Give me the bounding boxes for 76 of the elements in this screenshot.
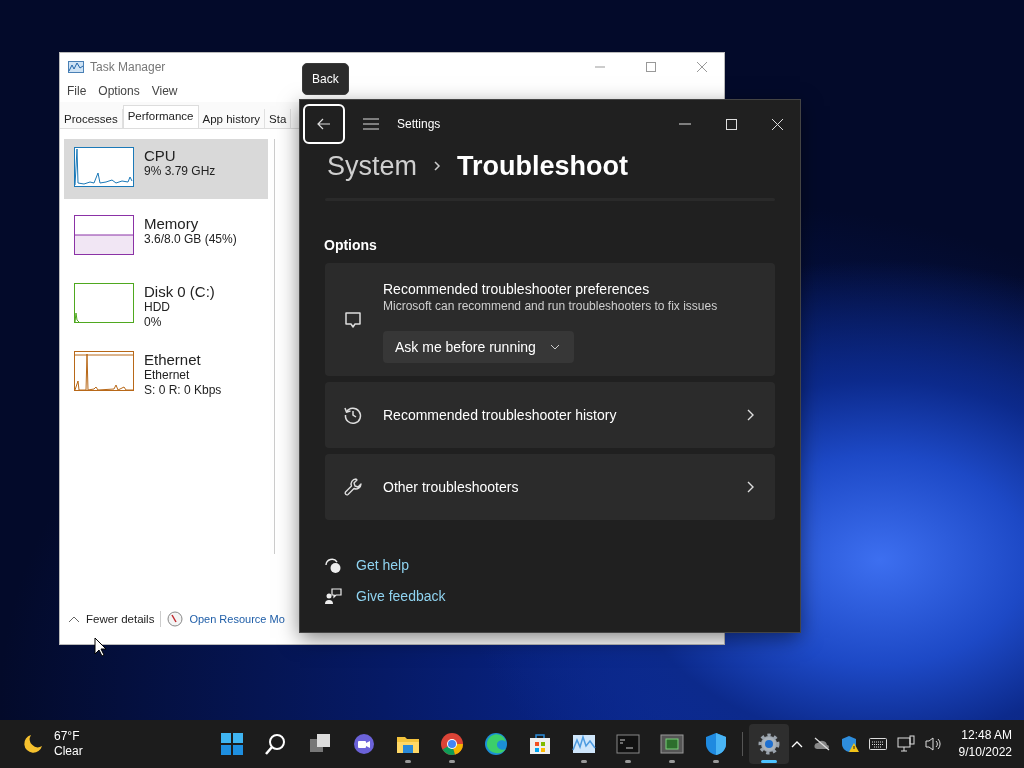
chat-bubble-icon xyxy=(343,309,363,330)
chevron-down-icon xyxy=(549,343,560,350)
chevron-right-icon xyxy=(745,408,755,422)
keyboard-icon[interactable] xyxy=(868,738,887,750)
chevron-right-icon xyxy=(745,480,755,494)
resource-detail: S: 0 R: 0 Kbps xyxy=(144,383,222,398)
resource-item[interactable]: Disk 0 (C:) HDD 0% xyxy=(64,275,268,335)
settings-card[interactable]: Recommended troubleshooter history xyxy=(325,382,775,448)
browser-icon xyxy=(440,732,464,756)
resource-item[interactable]: Ethernet Ethernet S: 0 R: 0 Kbps xyxy=(64,343,268,403)
resource-detail: Ethernet xyxy=(144,368,191,383)
volume-icon[interactable] xyxy=(924,736,943,752)
help-link[interactable]: Get help xyxy=(356,557,409,573)
back-button[interactable] xyxy=(303,104,345,144)
page-title: Troubleshoot xyxy=(457,150,629,182)
resource-detail: HDD xyxy=(144,300,171,315)
weather-condition: Clear xyxy=(54,744,83,759)
breadcrumb-chevron-icon xyxy=(433,160,442,172)
resource-name: Disk 0 (C:) xyxy=(144,283,215,300)
clock-date[interactable]: 9/10/2022 xyxy=(958,744,1012,761)
tooltip: Back xyxy=(302,63,349,95)
wrench-icon xyxy=(343,477,363,497)
start-icon xyxy=(220,732,244,756)
resource-item[interactable]: Memory 3.6/8.0 GB (45%) xyxy=(64,207,268,267)
resource-item[interactable]: CPU 9% 3.79 GHz xyxy=(64,139,268,199)
store-icon xyxy=(528,732,552,756)
menu-item[interactable]: Options xyxy=(98,84,140,98)
resource-name: Ethernet xyxy=(144,351,202,368)
settings-card[interactable]: Other troubleshooters xyxy=(325,454,775,520)
network-icon[interactable] xyxy=(896,735,915,753)
tab[interactable]: Sta xyxy=(265,109,292,128)
app-icon xyxy=(68,60,84,73)
resource-name: CPU xyxy=(144,147,177,164)
terminal-icon xyxy=(616,732,640,756)
window-app-icon xyxy=(660,732,684,756)
cloud-off-icon[interactable] xyxy=(812,737,831,751)
clock-time[interactable]: 12:48 AM xyxy=(961,727,1012,744)
fewer-details-button[interactable]: Fewer details xyxy=(86,613,155,625)
usage-graph xyxy=(74,351,134,391)
tab[interactable]: Processes xyxy=(60,109,123,128)
card-title: Recommended troubleshooter preferences xyxy=(383,280,651,297)
dropdown[interactable]: Ask me before running xyxy=(383,330,574,363)
resource-detail: 3.6/8.0 GB (45%) xyxy=(144,232,237,247)
shield-icon xyxy=(704,732,728,756)
card-description: Microsoft can recommend and run troubleshooters to fix issues xyxy=(383,298,718,313)
feedback-icon xyxy=(324,587,342,605)
open-resource-monitor-link[interactable]: Open Resource Mo xyxy=(189,613,285,625)
search-icon xyxy=(264,732,288,756)
gear-icon xyxy=(757,732,781,756)
usage-graph xyxy=(74,147,134,187)
chat-icon xyxy=(352,732,376,756)
section-heading: Options xyxy=(324,237,378,253)
temperature: 67°F xyxy=(54,729,81,744)
menu-item[interactable]: View xyxy=(151,84,178,98)
usage-graph xyxy=(74,283,134,323)
menu-icon[interactable] xyxy=(363,118,379,130)
breadcrumb-link[interactable]: System xyxy=(327,150,418,182)
chart-monitor-icon xyxy=(572,732,596,756)
tab[interactable]: App history xyxy=(198,109,266,128)
gauge-icon xyxy=(167,611,184,627)
tab[interactable]: Performance xyxy=(122,105,199,128)
back-arrow-icon xyxy=(317,118,331,130)
window-title: Settings xyxy=(397,117,442,131)
card-title: Recommended troubleshooter history xyxy=(383,407,618,423)
taskbar-button[interactable] xyxy=(749,724,789,764)
history-icon xyxy=(343,405,363,425)
security-warning-icon[interactable] xyxy=(840,735,859,753)
resource-name: Memory xyxy=(144,215,200,232)
feedback-link[interactable]: Give feedback xyxy=(356,588,446,604)
resource-detail: 9% 3.79 GHz xyxy=(144,164,216,179)
moon-icon xyxy=(22,733,44,755)
usage-graph xyxy=(74,215,134,255)
resource-detail: 0% xyxy=(144,315,163,330)
card-title: Other troubleshooters xyxy=(383,479,520,495)
menu-item[interactable]: File xyxy=(67,84,87,98)
window-title: Task Manager xyxy=(90,59,166,74)
